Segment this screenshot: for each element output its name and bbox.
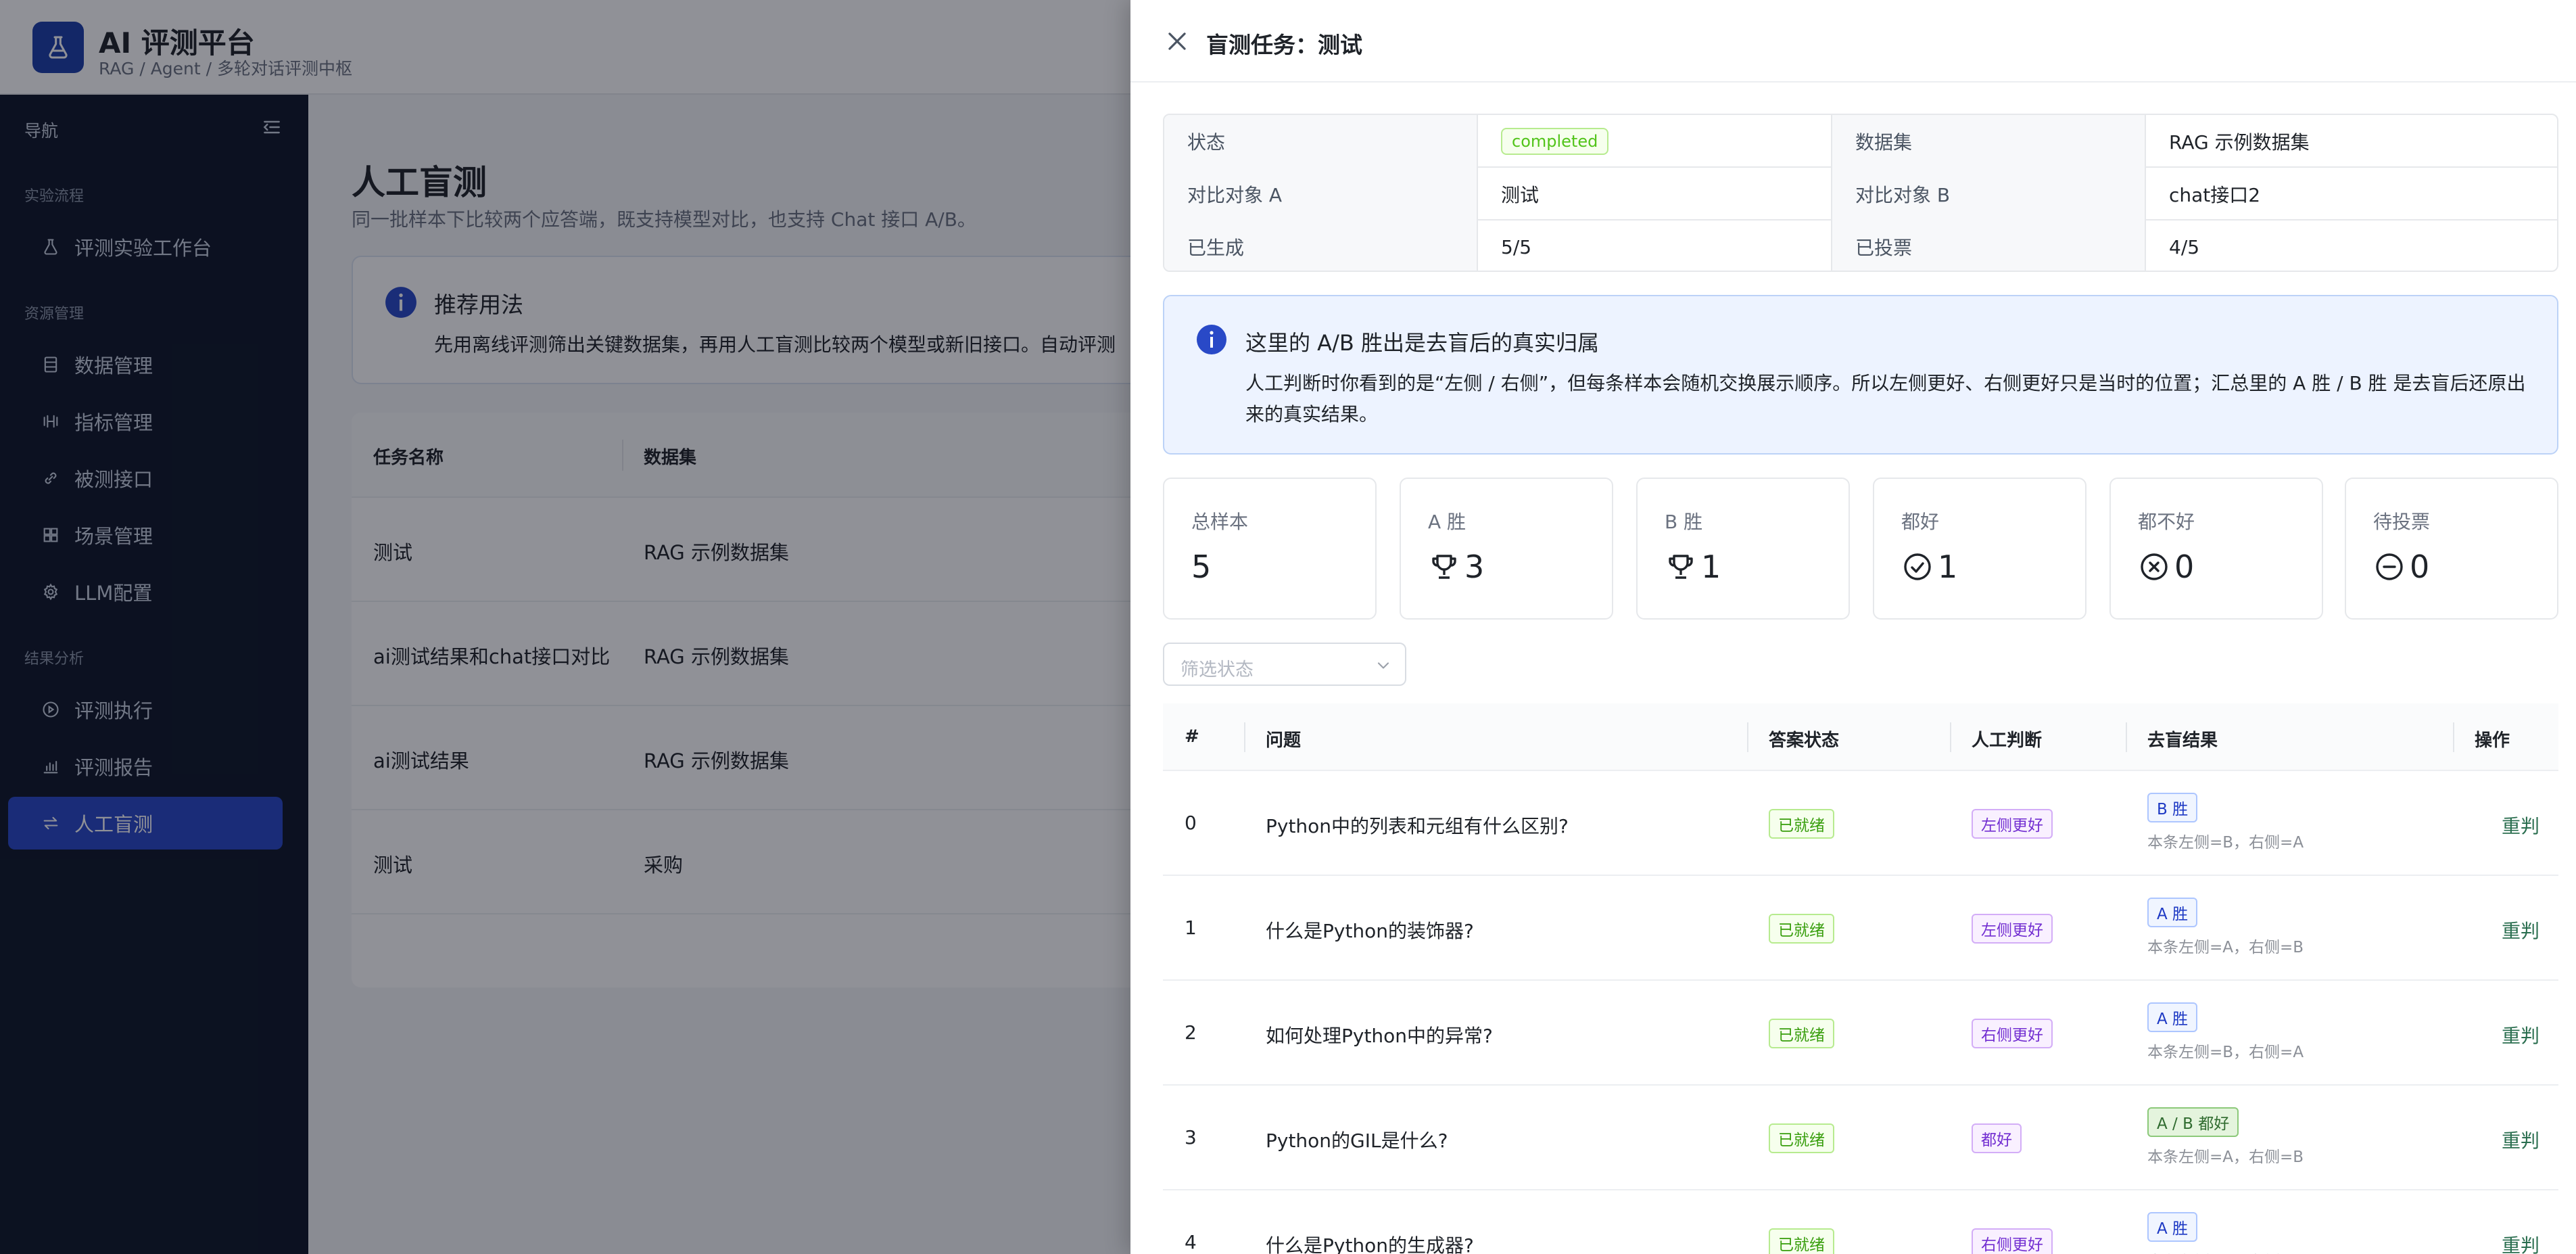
stat-label: A 胜 xyxy=(1428,511,1466,533)
rejudge-button[interactable]: 重判 xyxy=(2502,1021,2539,1048)
status-filter-select[interactable]: 筛选状态 xyxy=(1163,643,1406,686)
info-icon xyxy=(1197,325,1226,354)
rejudge-button[interactable]: 重判 xyxy=(2502,1231,2539,1254)
result-tag: A 胜 xyxy=(2147,898,2198,927)
column-human-judgement: 人工判断 xyxy=(1972,730,2043,751)
judgement-tag: 左侧更好 xyxy=(1972,809,2053,839)
close-icon[interactable] xyxy=(1164,28,1190,54)
x-circle-icon xyxy=(2138,551,2170,583)
info-value-target-a: 测试 xyxy=(1478,168,1832,220)
table-row: 4 什么是Python的生成器? 已就绪 右侧更好 A 胜 本条左侧=B，右侧=… xyxy=(1163,1190,2558,1254)
stat-pending: 待投票 0 xyxy=(2345,478,2558,620)
stat-both-good: 都好 1 xyxy=(1873,478,2086,620)
info-value-status: completed xyxy=(1478,115,1832,168)
trophy-icon xyxy=(1428,551,1460,583)
stat-value: 1 xyxy=(1665,547,1721,587)
position-note: 本条左侧=A，右侧=B xyxy=(2147,1148,2304,1166)
alert-text: 人工判断时你看到的是“左侧 / 右侧”，但每条样本会随机交换展示顺序。所以左侧更… xyxy=(1245,372,2526,425)
stat-label: 待投票 xyxy=(2373,511,2431,533)
result-tag: A 胜 xyxy=(2147,1212,2198,1242)
table-row: 1 什么是Python的装饰器? 已就绪 左侧更好 A 胜 本条左侧=A，右侧=… xyxy=(1163,876,2558,981)
info-value-dataset: RAG 示例数据集 xyxy=(2169,131,2310,154)
judgement-tag: 右侧更好 xyxy=(1972,1228,2053,1254)
position-note: 本条左侧=B，右侧=A xyxy=(2147,1249,2304,1254)
info-label-dataset: 数据集 xyxy=(1832,115,2146,168)
result-tag: A / B 都好 xyxy=(2147,1107,2239,1137)
stat-value: 5 xyxy=(1191,549,1212,585)
result-tag: B 胜 xyxy=(2147,793,2198,822)
column-deblind-result: 去盲结果 xyxy=(2147,730,2218,751)
answer-status-tag: 已就绪 xyxy=(1769,809,1834,839)
results-table: # 问题 答案状态 人工判断 去盲结果 操作 0 Python中的列表和元组有什… xyxy=(1163,703,2558,1254)
info-label-target-b: 对比对象 B xyxy=(1832,168,2146,220)
table-row: 2 如何处理Python中的异常? 已就绪 右侧更好 A 胜 本条左侧=B，右侧… xyxy=(1163,981,2558,1086)
info-label-generated: 已生成 xyxy=(1164,220,1478,271)
info-value-voted: 4/5 xyxy=(2169,235,2200,258)
row-question: 什么是Python的装饰器? xyxy=(1266,920,1474,942)
judgement-tag: 都好 xyxy=(1972,1123,2022,1153)
stat-value: 0 xyxy=(2138,547,2194,587)
stat-a-wins: A 胜 3 xyxy=(1400,478,1613,620)
minus-circle-icon xyxy=(2373,551,2406,583)
alert-title: 这里的 A/B 胜出是去盲后的真实归属 xyxy=(1245,330,1599,356)
answer-status-tag: 已就绪 xyxy=(1769,1123,1834,1153)
table-row: 0 Python中的列表和元组有什么区别? 已就绪 左侧更好 B 胜 本条左侧=… xyxy=(1163,771,2558,876)
stat-value: 0 xyxy=(2373,547,2429,587)
column-index: # xyxy=(1185,726,1199,747)
column-question: 问题 xyxy=(1266,730,1302,751)
row-index: 0 xyxy=(1185,812,1197,834)
chevron-down-icon xyxy=(1377,662,1389,669)
stat-total: 总样本 5 xyxy=(1163,478,1377,620)
stat-value: 1 xyxy=(1901,547,1957,587)
info-label-voted: 已投票 xyxy=(1832,220,2146,271)
filter-placeholder: 筛选状态 xyxy=(1180,659,1254,680)
check-circle-icon xyxy=(1901,551,1934,583)
result-tag: A 胜 xyxy=(2147,1002,2198,1032)
rejudge-button[interactable]: 重判 xyxy=(2502,812,2539,839)
stat-label: 都好 xyxy=(1901,511,1940,533)
stat-value: 3 xyxy=(1428,547,1484,587)
row-index: 1 xyxy=(1185,916,1197,939)
task-info-grid: 状态 completed 数据集 RAG 示例数据集 对比对象 A 测试 对比对… xyxy=(1163,114,2558,272)
row-index: 3 xyxy=(1185,1126,1197,1148)
row-index: 2 xyxy=(1185,1021,1197,1044)
info-label-status: 状态 xyxy=(1164,115,1478,168)
stat-label: B 胜 xyxy=(1665,511,1703,533)
drawer-header: 盲测任务：测试 xyxy=(1130,0,2576,83)
table-row: 3 Python的GIL是什么? 已就绪 都好 A / B 都好 本条左侧=A，… xyxy=(1163,1086,2558,1190)
stat-b-wins: B 胜 1 xyxy=(1636,478,1850,620)
answer-status-tag: 已就绪 xyxy=(1769,1019,1834,1048)
row-question: 如何处理Python中的异常? xyxy=(1266,1025,1493,1047)
row-question: 什么是Python的生成器? xyxy=(1266,1234,1474,1254)
position-note: 本条左侧=A，右侧=B xyxy=(2147,939,2304,956)
blind-task-drawer: 盲测任务：测试 状态 completed 数据集 RAG 示例数据集 对比对象 … xyxy=(1130,0,2576,1254)
judgement-tag: 右侧更好 xyxy=(1972,1019,2053,1048)
results-table-header: # 问题 答案状态 人工判断 去盲结果 操作 xyxy=(1163,703,2558,771)
row-question: Python中的列表和元组有什么区别? xyxy=(1266,815,1569,837)
drawer-title: 盲测任务：测试 xyxy=(1206,32,1362,58)
rejudge-button[interactable]: 重判 xyxy=(2502,916,2539,944)
answer-status-tag: 已就绪 xyxy=(1769,914,1834,944)
position-note: 本条左侧=B，右侧=A xyxy=(2147,1044,2304,1061)
position-note: 本条左侧=B，右侧=A xyxy=(2147,834,2304,852)
trophy-icon xyxy=(1665,551,1697,583)
row-index: 4 xyxy=(1185,1231,1197,1253)
judgement-tag: 左侧更好 xyxy=(1972,914,2053,944)
status-badge: completed xyxy=(1501,128,1609,155)
row-question: Python的GIL是什么? xyxy=(1266,1130,1448,1152)
column-answer-status: 答案状态 xyxy=(1769,730,1840,751)
stat-label: 都不好 xyxy=(2138,511,2195,533)
modal-overlay[interactable] xyxy=(0,0,1130,1254)
info-label-target-a: 对比对象 A xyxy=(1164,168,1478,220)
stat-label: 总样本 xyxy=(1191,511,1249,533)
rejudge-button[interactable]: 重判 xyxy=(2502,1126,2539,1153)
stat-both-bad: 都不好 0 xyxy=(2109,478,2323,620)
deblind-alert: 这里的 A/B 胜出是去盲后的真实归属 人工判断时你看到的是“左侧 / 右侧”，… xyxy=(1163,295,2558,455)
answer-status-tag: 已就绪 xyxy=(1769,1228,1834,1254)
info-value-generated: 5/5 xyxy=(1478,220,1832,271)
info-value-target-b: chat接口2 xyxy=(2169,184,2261,206)
column-action: 操作 xyxy=(2475,730,2510,751)
